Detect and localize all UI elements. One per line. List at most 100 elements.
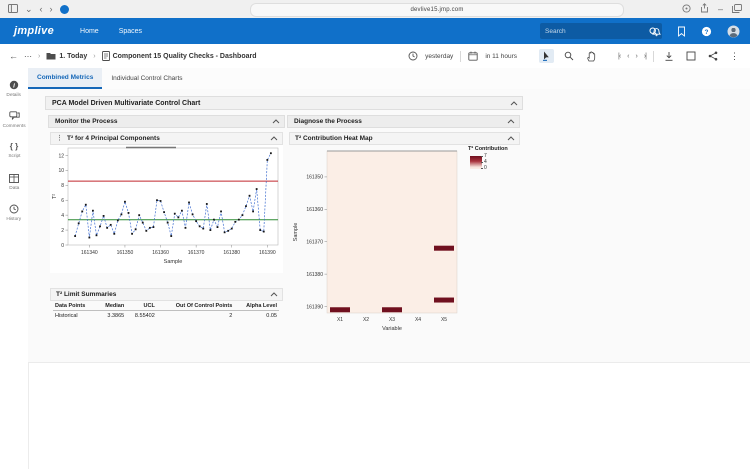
legend-tick: 0: [484, 165, 487, 171]
breadcrumb-separator: ›: [93, 53, 95, 60]
svg-text:T²: T²: [52, 194, 58, 199]
svg-text:Sample: Sample: [164, 259, 183, 265]
report-tabstrip: Combined Metrics Individual Control Char…: [28, 68, 750, 90]
limit-summaries-table: Data Points Median UCL Out Of Control Po…: [53, 302, 279, 320]
collapse-chevron-icon[interactable]: [510, 101, 522, 106]
t2-chart-panel-header[interactable]: ⋮ T² for 4 Principal Components: [50, 132, 283, 145]
nav-item-spaces[interactable]: Spaces: [119, 28, 142, 35]
browser-forward-icon[interactable]: ›: [50, 5, 53, 14]
sidebar-item-data[interactable]: Data: [0, 167, 28, 197]
svg-text:X2: X2: [363, 317, 369, 323]
left-rail: i Details Comments { } Script Data Histo…: [0, 68, 29, 469]
zoom-tool-button[interactable]: [561, 49, 576, 63]
jmp-live-logo[interactable]: jmplive: [0, 25, 54, 37]
breadcrumb-ellipsis-icon[interactable]: ⋯: [24, 52, 32, 61]
refresh-schedule-label: in 11 hours: [485, 53, 517, 60]
limit-summaries-header[interactable]: T² Limit Summaries: [50, 288, 283, 301]
svg-text:0: 0: [61, 243, 64, 249]
browser-back-icon[interactable]: ‹: [40, 5, 43, 14]
share-icon[interactable]: [705, 49, 720, 63]
user-avatar[interactable]: [727, 25, 740, 38]
info-icon: i: [9, 80, 19, 90]
outline-header-pca-model[interactable]: PCA Model Driven Multivariate Control Ch…: [45, 96, 523, 110]
browser-address-bar[interactable]: devlive15.jmp.com: [250, 3, 624, 17]
main-nav: Home Spaces: [80, 28, 142, 35]
tab-combined-metrics[interactable]: Combined Metrics: [28, 68, 102, 89]
heatmap-legend: T² Contribution 7 4 0: [468, 146, 530, 173]
t2-contribution-heatmap[interactable]: 161350161360161370161380161390X1X2X3X4X5…: [289, 145, 474, 345]
table-header-row: Data Points Median UCL Out Of Control Po…: [53, 302, 279, 311]
heatmap-panel-header[interactable]: T² Contribution Heat Map: [289, 132, 520, 145]
bookmark-icon[interactable]: [677, 26, 686, 37]
drag-handle-icon[interactable]: ⋮: [56, 135, 63, 142]
table-row[interactable]: Historical 3.3865 8.55402 2 0.05: [53, 311, 279, 321]
monitor-process-header[interactable]: Monitor the Process: [48, 115, 285, 128]
toolbar-divider: [460, 51, 461, 62]
report-toolbar: ← ⋯ › 1. Today › Component 15 Quality Ch…: [0, 44, 750, 69]
published-time-label: yesterday: [425, 53, 453, 60]
collapse-chevron-icon[interactable]: [507, 136, 519, 141]
nav-item-home[interactable]: Home: [80, 28, 99, 35]
browser-caret-icon[interactable]: ⌄: [25, 5, 33, 14]
svg-text:X5: X5: [441, 317, 447, 323]
previous-page-icon[interactable]: ‹: [627, 53, 628, 60]
svg-text:161350: 161350: [306, 175, 323, 181]
global-search[interactable]: [540, 23, 662, 39]
last-page-icon[interactable]: ›|: [644, 53, 646, 60]
svg-text:161350: 161350: [117, 250, 134, 256]
svg-text:161340: 161340: [81, 250, 98, 256]
app-header-bar: jmplive Home Spaces ?: [0, 18, 750, 44]
browser-new-tab-icon[interactable]: –: [718, 5, 723, 14]
help-icon[interactable]: ?: [701, 26, 712, 37]
history-clock-icon: [9, 204, 19, 214]
breadcrumb-folder[interactable]: 1. Today: [46, 52, 87, 60]
svg-text:X1: X1: [337, 317, 343, 323]
sidebar-item-comments[interactable]: Comments: [0, 105, 28, 135]
toolbar-divider: [653, 51, 654, 62]
breadcrumb-report-title[interactable]: Component 15 Quality Checks - Dashboard: [102, 51, 257, 61]
fullscreen-icon[interactable]: [683, 49, 698, 63]
t2-control-chart[interactable]: 0246810121613401613501613601613701613801…: [50, 145, 282, 271]
svg-text:161390: 161390: [306, 304, 323, 310]
svg-text:6: 6: [61, 198, 64, 204]
selection-tool-button[interactable]: [539, 49, 554, 63]
browser-sidebar-icon[interactable]: [8, 4, 18, 15]
script-braces-icon: { }: [10, 143, 18, 151]
jmp-live-window: ⌄ ‹ › devlive15.jmp.com – jmplive Home S…: [0, 0, 750, 469]
notifications-bell-icon[interactable]: [651, 26, 662, 37]
browser-reader-icon[interactable]: [682, 4, 691, 15]
svg-text:4: 4: [61, 213, 64, 219]
more-options-icon[interactable]: ⋮: [727, 49, 742, 63]
search-input[interactable]: [540, 28, 649, 35]
grabber-tool-button[interactable]: [583, 49, 598, 63]
collapse-chevron-icon[interactable]: [270, 136, 282, 141]
collapse-chevron-icon[interactable]: [270, 292, 282, 297]
svg-text:161370: 161370: [306, 240, 323, 246]
collapse-chevron-icon[interactable]: [507, 119, 519, 124]
published-time-icon: [408, 51, 418, 61]
download-icon[interactable]: [661, 49, 676, 63]
diagnose-process-header[interactable]: Diagnose the Process: [287, 115, 520, 128]
svg-text:Variable: Variable: [382, 326, 402, 332]
browser-tabs-icon[interactable]: [732, 4, 742, 15]
svg-text:161380: 161380: [223, 250, 240, 256]
svg-text:161390: 161390: [259, 250, 276, 256]
svg-text:12: 12: [58, 153, 64, 159]
svg-text:8: 8: [61, 183, 64, 189]
svg-text:10: 10: [58, 168, 64, 174]
legend-title: T² Contribution: [468, 146, 530, 152]
browser-share-icon[interactable]: [700, 3, 709, 15]
svg-text:161360: 161360: [306, 207, 323, 213]
data-table-icon: [9, 174, 19, 183]
first-page-icon[interactable]: |‹: [618, 53, 620, 60]
t2-chart-panel-body: 0246810121613401613501613601613701613801…: [50, 145, 283, 273]
sidebar-item-history[interactable]: History: [0, 198, 28, 228]
tab-individual-control-charts[interactable]: Individual Control Charts: [102, 68, 191, 89]
sidebar-item-script[interactable]: { } Script: [0, 136, 28, 166]
sidebar-item-details[interactable]: i Details: [0, 74, 28, 104]
svg-text:i: i: [13, 82, 15, 89]
back-icon[interactable]: ←: [9, 51, 18, 61]
next-page-icon[interactable]: ›: [636, 53, 637, 60]
collapse-chevron-icon[interactable]: [272, 119, 284, 124]
page-url: devlive15.jmp.com: [410, 7, 463, 13]
